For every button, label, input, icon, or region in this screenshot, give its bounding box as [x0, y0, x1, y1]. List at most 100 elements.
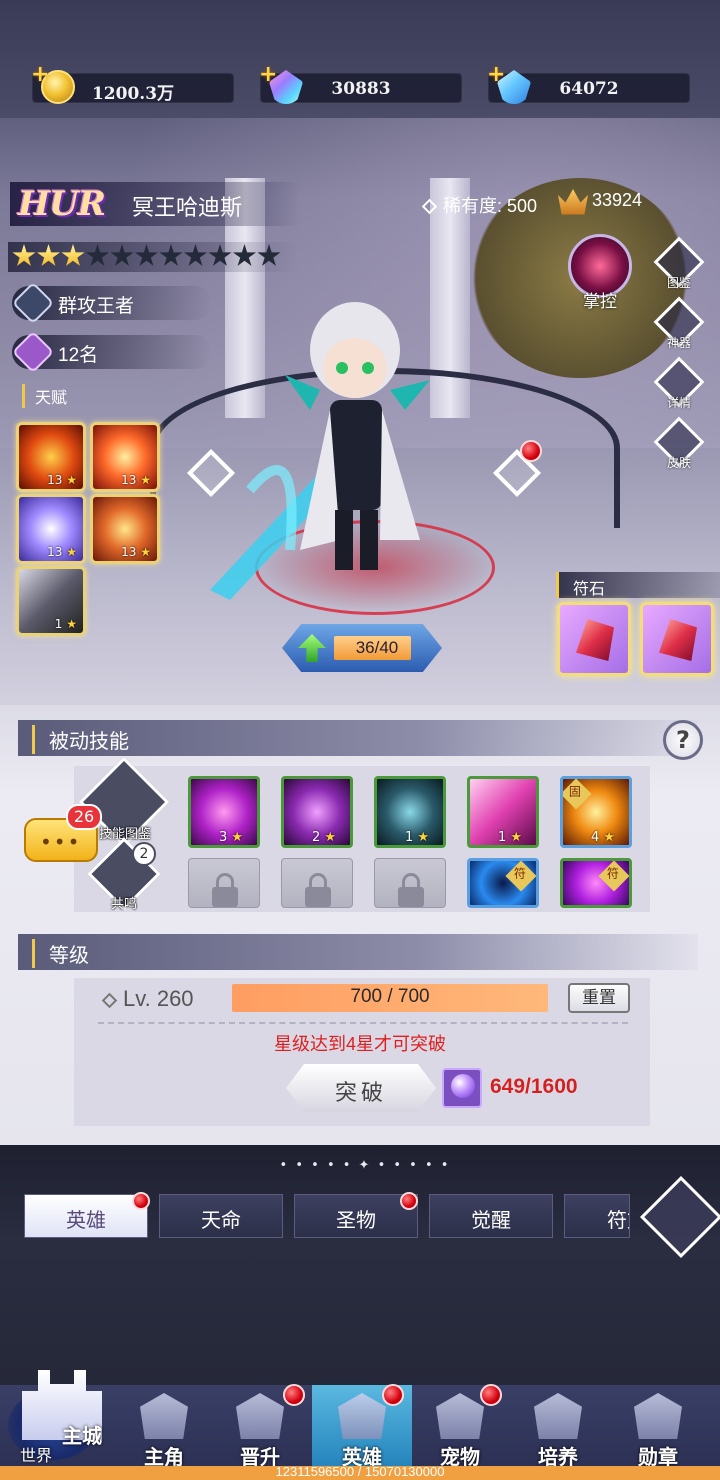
talent-level: 13 ★	[47, 473, 77, 487]
hero-name: 冥王哈迪斯	[132, 195, 243, 220]
level-header: 等级	[18, 934, 698, 970]
control-label: 掌控	[583, 292, 617, 311]
red-rune-gem-icon	[659, 619, 697, 661]
hero-grade-badge: HUR	[18, 184, 106, 224]
nav-medal[interactable]: 勋章	[610, 1385, 706, 1475]
notification-dot	[400, 1192, 418, 1210]
dashed-divider	[98, 1022, 628, 1024]
artifact-label: 神器	[666, 336, 691, 350]
gold-value: 1200.3万	[91, 84, 175, 104]
resource-diamond[interactable]: + 64072	[487, 62, 690, 104]
talent-level: 13 ★	[47, 545, 77, 559]
main-city-label: 主城	[62, 1426, 102, 1448]
talent-flame-pillar[interactable]: 13 ★	[90, 422, 160, 492]
hero-helmet-icon	[338, 1393, 386, 1439]
locked-skill-slot	[374, 858, 446, 908]
talent-wind-slash[interactable]: 13 ★	[16, 494, 86, 564]
locked-skill-slot	[281, 858, 353, 908]
rainbow-gem-value: 30883	[331, 79, 391, 99]
notification-dot	[480, 1384, 502, 1406]
footer-text: 12311596500 / 15070130000	[275, 1464, 445, 1479]
atlas-button[interactable]: 图鉴	[653, 236, 705, 290]
atlas-label: 图鉴	[666, 276, 691, 290]
talent-fire-burst[interactable]: 13 ★	[16, 422, 86, 492]
red-rune-gem-icon	[576, 619, 614, 661]
orb-count: 649/1600	[490, 1075, 578, 1098]
talent-level: 13 ★	[121, 545, 151, 559]
pet-icon	[436, 1393, 484, 1439]
passive-skill-2[interactable]: 2 ★	[281, 776, 353, 848]
tab-destiny[interactable]: 天命	[159, 1194, 283, 1238]
level-exp-text: 700 / 700	[350, 986, 430, 1007]
hero-title-tag[interactable]: 群攻王者	[11, 281, 212, 325]
level-text: Lv. 260	[101, 986, 194, 1012]
rune-slot-2[interactable]	[640, 602, 714, 676]
rarity-label: 稀有度:	[443, 196, 503, 216]
level-value: Lv. 260	[123, 986, 194, 1011]
tab-hero[interactable]: 英雄	[24, 1194, 148, 1238]
chat-dots-icon: •••	[40, 830, 82, 854]
passive-skill-5[interactable]: 固 4 ★	[560, 776, 632, 848]
tab-awaken[interactable]: 觉醒	[429, 1194, 553, 1238]
hero-rank-text: 12名	[58, 345, 99, 366]
passive-skills-title: 被动技能	[32, 725, 129, 754]
hero-title-text: 群攻王者	[58, 296, 135, 317]
breakthrough-label: 突破	[334, 1080, 387, 1105]
world-label: 世界	[20, 1448, 53, 1465]
artifact-button[interactable]: 神器	[653, 296, 705, 350]
protagonist-icon	[140, 1393, 188, 1439]
passive-skill-3[interactable]: 1 ★	[374, 776, 446, 848]
promotion-icon	[236, 1393, 284, 1439]
diamond-bullet-icon	[421, 198, 438, 215]
resonance-label: 共鸣	[110, 896, 137, 911]
skill-level: 3 ★	[219, 830, 244, 845]
exp-text: 36/40	[355, 638, 399, 657]
diamond-bullet-icon	[101, 992, 118, 1009]
tab-rune[interactable]: 符文	[564, 1194, 630, 1238]
help-button[interactable]: ?	[663, 720, 703, 760]
reset-button[interactable]: 重置	[568, 983, 630, 1013]
talent-label: 天赋	[22, 384, 67, 408]
talent-level: 13 ★	[121, 473, 151, 487]
hero-rarity: 稀有度: 500	[421, 192, 538, 218]
breakthrough-button[interactable]: 突破	[286, 1064, 436, 1112]
main-city-button[interactable]: 主城 世界	[6, 1350, 116, 1465]
resource-gold[interactable]: + 1200.3万	[31, 62, 234, 104]
talent-level: 1 ★	[54, 617, 77, 631]
details-button[interactable]: 详情	[653, 356, 705, 410]
star-exp-bar[interactable]: 36/40	[282, 624, 442, 672]
rune-skill-slot-2[interactable]: 符	[560, 858, 632, 908]
notification-dot	[132, 1192, 150, 1210]
talent-fire-sword[interactable]: 13 ★	[90, 494, 160, 564]
rune-tag-icon: 符	[598, 861, 629, 892]
tab-ornament: • • • • • ✦ • • • • •	[279, 1158, 451, 1173]
rune-slot-1[interactable]	[557, 602, 631, 676]
level-title: 等级	[32, 939, 89, 968]
details-label: 详情	[666, 396, 691, 410]
notification-dot	[382, 1384, 404, 1406]
passive-skill-1[interactable]: 3 ★	[188, 776, 260, 848]
rarity-value: 500	[507, 196, 538, 216]
skin-button[interactable]: 皮肤	[653, 416, 705, 470]
level-exp-bar: 700 / 700	[232, 984, 548, 1012]
chat-unread-badge: 26	[66, 804, 102, 830]
hero-power: 33924	[558, 189, 642, 215]
cultivate-icon	[534, 1393, 582, 1439]
crystal-orb-icon	[442, 1068, 482, 1108]
passive-skill-4[interactable]: 1 ★	[467, 776, 539, 848]
rune-tag-icon: 符	[505, 861, 536, 892]
skill-level: 1 ★	[405, 830, 430, 845]
resource-rainbow-gem[interactable]: + 30883	[259, 62, 462, 104]
hero-rank-tag[interactable]: 12名	[11, 330, 212, 374]
locked-skill-slot	[188, 858, 260, 908]
nav-protagonist[interactable]: 主角	[116, 1385, 212, 1475]
rune-skill-slot-1[interactable]: 符	[467, 858, 539, 908]
notification-dot	[283, 1384, 305, 1406]
tab-area	[0, 1145, 720, 1385]
hero-character[interactable]	[190, 290, 500, 610]
skill-level: 4 ★	[591, 830, 616, 845]
notification-dot	[520, 440, 542, 462]
nav-cultivate[interactable]: 培养	[510, 1385, 606, 1475]
fixed-tag-icon: 固	[563, 779, 592, 810]
talent-dark-blade[interactable]: 1 ★	[16, 566, 86, 636]
